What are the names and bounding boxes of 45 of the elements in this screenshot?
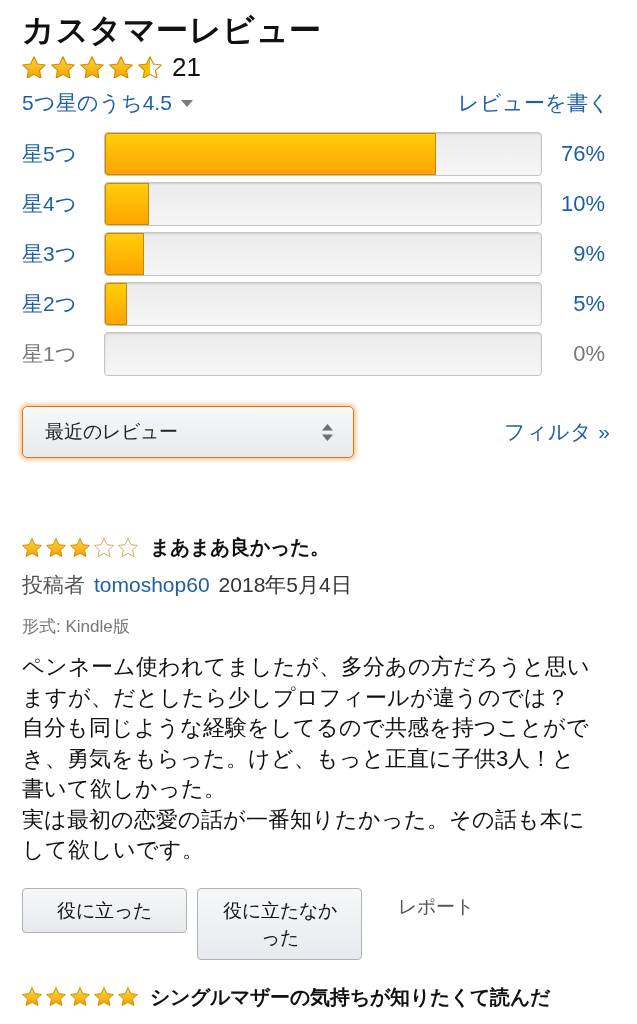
review-format: 形式: Kindle版 [22,616,130,638]
sort-dropdown[interactable]: 最近のレビュー [22,406,354,458]
star-icon [109,55,133,79]
star-filter-link[interactable]: 星2つ [22,290,77,318]
star-icon [46,537,66,557]
select-arrows-icon [322,423,333,441]
star-icon [94,987,114,1006]
caret-icon [180,99,193,107]
star-icon [51,55,75,79]
star-icon [70,537,90,557]
rating-summary-link[interactable]: 5つ星のうち4.5 [22,89,193,117]
author-link[interactable]: tomoshop60 [94,571,210,599]
star-icon [22,537,42,557]
empty-star-icon [94,537,114,557]
rating-percentage: 0% [573,341,605,367]
write-review-link[interactable]: レビューを書く [458,89,610,117]
rating-percentage[interactable]: 10% [560,191,605,217]
star-filter-link[interactable]: 星4つ [22,190,77,218]
review-text: 実は最初の恋愛の話が一番知りたかった。その話も本にして欲しいです。 [22,805,586,864]
review-text: ペンネーム使われてましたが、多分あの方だろうと思いますが、だとしたら少しプロフィールが違うのでは？ [22,653,591,712]
star-icon [70,987,90,1006]
star-icon [22,55,46,79]
author-label: 投稿者 [22,572,85,598]
helpful-vote-button[interactable]: 役に立った [22,887,187,933]
star-filter-link[interactable]: 星3つ [22,240,77,268]
filter-link[interactable]: フィルタ » [504,418,610,446]
rating-percentage[interactable]: 76% [560,141,605,167]
star-filter-link[interactable]: 星5つ [22,140,77,168]
review-title: まあまあ良かった。 [150,535,330,560]
rating-percentage[interactable]: 9% [573,241,605,267]
star-icon [22,987,42,1006]
rating-percentage[interactable]: 5% [573,291,605,317]
star-icon [80,55,104,79]
report-link[interactable]: レポート [398,893,474,920]
star-icon [46,987,66,1006]
star-icon [118,987,138,1006]
review-title: シングルマザーの気持ちが知りたくて読んだ [150,984,550,1010]
helpful-vote-button[interactable]: 役に立たなかった [197,887,362,960]
review-date: 2018年5月4日 [218,572,352,598]
review-text: 自分も同じような経験をしてるので共感を持つことができ、勇気をもらった。けど、もっと正直に子供3人！と書いて欲しかった。 [22,714,590,803]
review-count: 21 [172,51,201,83]
page-title: カスタマーレビュー [22,11,322,50]
half-star-icon [138,55,162,79]
empty-star-icon [118,537,138,557]
star-filter-link: 星1つ [22,341,77,367]
